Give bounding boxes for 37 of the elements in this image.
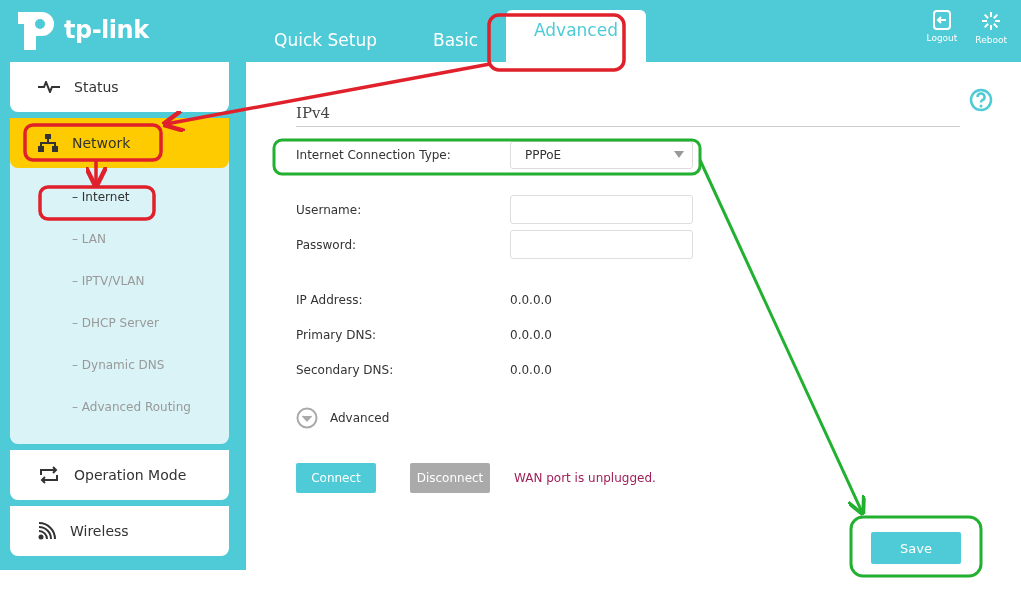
status-message: WAN port is unplugged. — [514, 471, 656, 485]
nav-tab[interactable]: Basic — [404, 22, 506, 62]
input-field[interactable] — [510, 230, 693, 259]
info-value: 0.0.0.0 — [510, 362, 552, 377]
nav-tab[interactable]: Quick Setup — [246, 22, 405, 62]
info-label: Secondary DNS: — [296, 362, 395, 377]
action-label[interactable]: Reboot — [975, 35, 1007, 45]
section-title: IPv4 — [296, 104, 960, 127]
field-label: Username: — [296, 202, 363, 217]
submenu-item[interactable]: – Advanced Routing — [10, 386, 229, 428]
advanced-label[interactable]: Advanced — [330, 411, 390, 425]
logout-icon — [931, 10, 952, 30]
nav-tab[interactable]: Advanced — [506, 10, 646, 62]
wifi-icon — [38, 522, 56, 540]
info-value: 0.0.0.0 — [510, 292, 552, 307]
submenu-item[interactable]: – IPTV/VLAN — [10, 260, 229, 302]
caret-icon — [674, 151, 684, 158]
info-label: Primary DNS: — [296, 327, 378, 342]
pulse-icon — [38, 81, 60, 93]
info-label: IP Address: — [296, 292, 364, 307]
expand-icon[interactable] — [296, 407, 318, 429]
action-button[interactable]: Connect — [296, 463, 376, 493]
submenu-item[interactable]: – DHCP Server — [10, 302, 229, 344]
spinner-icon — [980, 10, 1003, 32]
input-field[interactable] — [510, 195, 693, 224]
info-value: 0.0.0.0 — [510, 327, 552, 342]
submenu-item[interactable]: – Dynamic DNS — [10, 344, 229, 386]
network-icon — [38, 134, 58, 152]
field-label: Password: — [296, 237, 358, 252]
swap-icon — [38, 466, 60, 484]
save-button[interactable]: Save — [871, 532, 961, 564]
help-icon[interactable] — [969, 88, 993, 112]
submenu-item[interactable]: – Internet — [10, 176, 229, 218]
logo-text: tp-link — [64, 16, 149, 44]
submenu-item[interactable]: – LAN — [10, 218, 229, 260]
action-label[interactable]: Logout — [926, 33, 958, 43]
field-label: Internet Connection Type: — [296, 147, 452, 162]
